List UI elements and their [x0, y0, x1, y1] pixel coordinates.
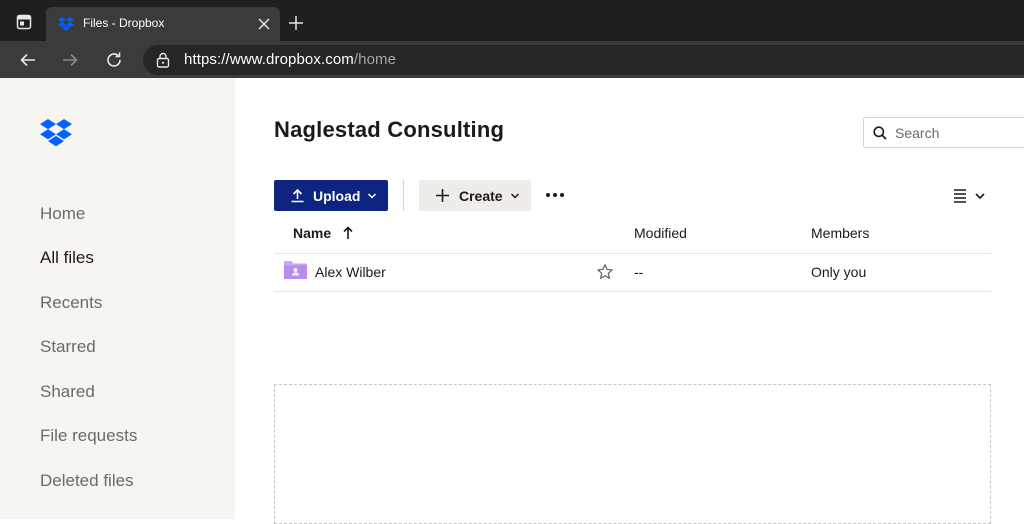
more-options-icon[interactable] [544, 186, 566, 204]
dropbox-logo-icon[interactable] [40, 119, 72, 147]
browser-nav-bar: https://www.dropbox.com/home [0, 41, 1024, 78]
url-path: /home [353, 51, 397, 68]
file-name[interactable]: Alex Wilber [315, 264, 386, 280]
page-title: Naglestad Consulting [274, 117, 505, 142]
browser-tab[interactable]: Files - Dropbox [46, 7, 280, 41]
chevron-down-icon [367, 193, 377, 199]
window-menu-icon[interactable] [16, 14, 32, 30]
url-host: https://www.dropbox.com [184, 51, 354, 68]
lock-icon[interactable] [156, 52, 170, 68]
sidebar-item-all-files[interactable]: All files [40, 248, 94, 268]
toolbar-divider [403, 180, 404, 211]
sidebar: Home All files Recents Starred Shared Fi… [0, 78, 235, 519]
sort-ascending-icon[interactable] [342, 226, 354, 240]
members-cell: Only you [811, 264, 867, 280]
column-header-members[interactable]: Members [811, 225, 869, 241]
plus-icon [436, 189, 449, 202]
sidebar-item-deleted-files[interactable]: Deleted files [40, 471, 134, 491]
sidebar-item-starred[interactable]: Starred [40, 337, 96, 357]
table-row[interactable]: Alex Wilber -- Only you [274, 254, 991, 291]
address-bar[interactable]: https://www.dropbox.com/home [143, 45, 1024, 75]
view-options-icon[interactable] [950, 185, 990, 207]
search-icon [873, 126, 887, 140]
sidebar-item-recents[interactable]: Recents [40, 293, 102, 313]
column-header-name[interactable]: Name [293, 225, 331, 241]
table-divider [274, 291, 991, 292]
search-box[interactable] [863, 117, 1024, 148]
create-button[interactable]: Create [419, 180, 531, 211]
tab-title: Files - Dropbox [83, 16, 165, 30]
modified-cell: -- [634, 264, 644, 280]
drop-zone[interactable] [274, 384, 991, 524]
upload-button[interactable]: Upload [274, 180, 388, 211]
shared-folder-icon [284, 261, 307, 279]
create-button-label: Create [459, 188, 503, 204]
star-icon[interactable] [596, 263, 614, 281]
sidebar-item-file-requests[interactable]: File requests [40, 426, 137, 446]
sidebar-item-home[interactable]: Home [40, 204, 85, 224]
upload-icon [291, 188, 304, 203]
new-tab-icon[interactable] [288, 15, 304, 31]
chevron-down-icon [510, 193, 520, 199]
back-arrow-icon[interactable] [19, 51, 37, 69]
dropbox-favicon-icon [58, 17, 74, 31]
close-tab-icon[interactable] [257, 17, 271, 31]
sidebar-item-shared[interactable]: Shared [40, 382, 95, 402]
browser-tab-bar: Files - Dropbox [0, 0, 1024, 41]
search-input[interactable] [895, 123, 1024, 143]
forward-arrow-icon[interactable] [61, 51, 79, 69]
refresh-icon[interactable] [105, 51, 123, 69]
upload-button-label: Upload [313, 188, 361, 204]
url-text[interactable]: https://www.dropbox.com/home [184, 51, 396, 68]
column-header-modified[interactable]: Modified [634, 225, 687, 241]
